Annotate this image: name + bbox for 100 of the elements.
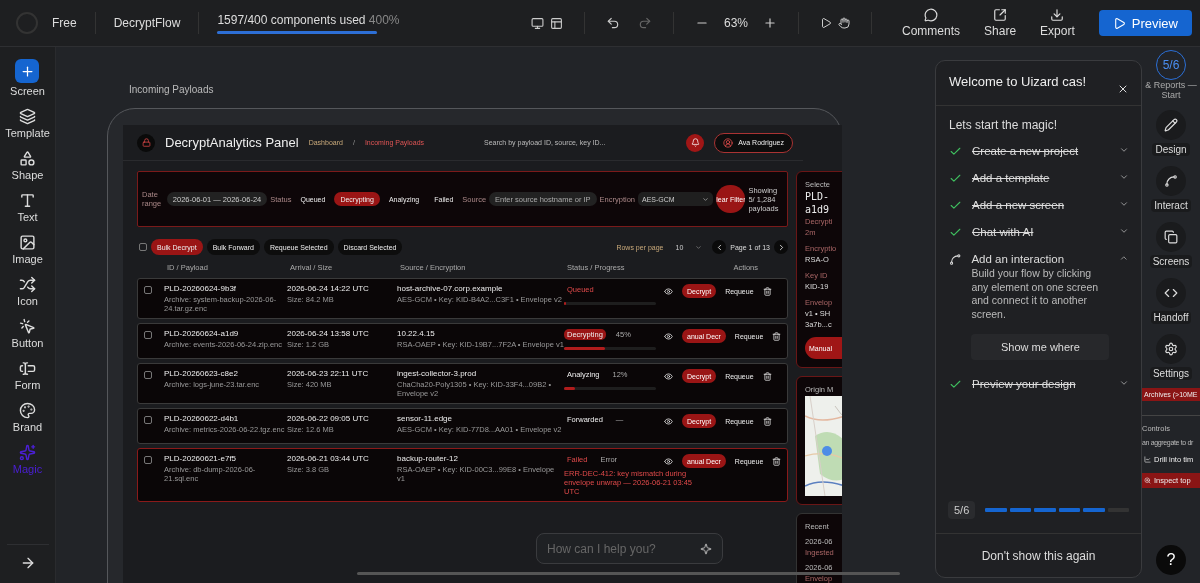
image-icon	[19, 234, 36, 251]
connection-icon	[1156, 166, 1186, 196]
screen-tool[interactable]: Screen	[10, 59, 45, 97]
collapse-icon[interactable]	[1119, 253, 1129, 263]
source-host: ingest-collector-3.prod	[397, 369, 478, 378]
pencil-icon	[1156, 110, 1186, 140]
settings-icon	[1156, 334, 1186, 364]
arrival-time: 2026-06-23 22:11 UTC	[287, 369, 370, 378]
preview-button[interactable]: Preview	[1098, 10, 1192, 36]
background-text: & Reports —	[1145, 80, 1197, 90]
handoff-rail-button[interactable]: Handoff	[1150, 278, 1192, 324]
bell-icon	[690, 138, 700, 147]
panel-title: Welcome to Uizard cas!	[949, 73, 1087, 91]
type-icon	[19, 192, 36, 209]
expand-icon[interactable]	[1119, 226, 1129, 236]
plus-icon	[15, 59, 40, 83]
delete-icon[interactable]	[762, 286, 772, 296]
lock-icon	[141, 138, 151, 147]
payload-id: PLD-20260621-e7f5	[164, 454, 238, 463]
payload-id: PLD-20260623-c8e2	[164, 369, 239, 378]
source-host: backup-router-12	[397, 454, 459, 463]
background-text: Start	[1161, 90, 1181, 100]
progress-count: 5/6	[948, 501, 976, 519]
view-icon[interactable]	[664, 456, 673, 466]
step-title[interactable]: Add a new screen	[972, 199, 1109, 211]
brand-tool[interactable]: Brand	[12, 402, 43, 433]
template-tool[interactable]: Template	[5, 108, 50, 139]
step-description: Build your flow by clicking any element on one screen and connect it to another screen.	[971, 267, 1100, 322]
step-title[interactable]: Preview your design	[972, 377, 1109, 390]
payload-id: PLD-20260624-9b3f	[164, 284, 238, 293]
arrival-time: 2026-06-21 03:44 UTC	[287, 454, 370, 463]
share-button[interactable]: Share	[972, 8, 1029, 38]
step-title[interactable]: Chat with AI	[972, 226, 1109, 238]
sparkles-icon	[19, 444, 36, 461]
view-icon[interactable]	[664, 416, 673, 426]
screens-rail-button[interactable]: Screens	[1149, 222, 1193, 268]
show-me-where-button[interactable]: Show me where	[971, 333, 1110, 360]
text-tool[interactable]: Text	[17, 192, 38, 223]
pointer-icon	[19, 318, 36, 335]
share-icon	[993, 8, 1008, 22]
row-checkbox[interactable]	[144, 456, 152, 464]
design-rail-button[interactable]: Design	[1152, 110, 1190, 156]
source-host: sensor-11.edge	[397, 414, 453, 423]
chart-icon	[1144, 456, 1151, 463]
arrival-time: 2026-06-24 14:22 UTC	[287, 284, 370, 293]
image-tool[interactable]: Image	[12, 234, 43, 265]
expand-icon[interactable]	[1119, 145, 1129, 155]
zoom-icon	[1144, 477, 1151, 484]
step-title[interactable]: Add a template	[972, 172, 1109, 184]
payload-id: PLD-20260622-d4b1	[164, 414, 240, 423]
zoom-level: 63%	[724, 16, 748, 30]
help-button[interactable]: ?	[1156, 545, 1186, 575]
previous-page-button[interactable]	[712, 240, 727, 254]
close-icon[interactable]	[1117, 83, 1129, 95]
view-icon[interactable]	[664, 286, 673, 296]
comment-icon	[924, 8, 938, 22]
settings-rail-button[interactable]: Settings	[1149, 334, 1193, 380]
sparkle-icon	[700, 542, 712, 555]
view-icon[interactable]	[664, 331, 673, 341]
icon-tool[interactable]: Icon	[17, 276, 38, 307]
delete-icon[interactable]	[762, 416, 772, 426]
view-icon[interactable]	[664, 371, 673, 381]
next-page-button[interactable]	[774, 240, 788, 254]
text-cursor-icon	[19, 360, 36, 377]
screen-label: Incoming Payloads	[129, 84, 214, 95]
select-all-checkbox[interactable]	[139, 243, 147, 251]
payload-id: a1d9	[805, 204, 831, 215]
interact-rail-button[interactable]: Interact	[1151, 166, 1191, 212]
palette-icon	[19, 402, 36, 419]
notification-button[interactable]	[686, 133, 705, 152]
chevron-down-icon	[695, 243, 703, 251]
button-tool[interactable]: Button	[11, 318, 44, 349]
delete-icon[interactable]	[772, 456, 782, 466]
row-checkbox[interactable]	[144, 331, 152, 339]
form-tool[interactable]: Form	[14, 360, 41, 391]
row-checkbox[interactable]	[144, 286, 152, 294]
shapes-icon	[19, 150, 36, 167]
row-checkbox[interactable]	[144, 416, 152, 424]
payload-id: PLD-	[805, 191, 831, 202]
dismiss-button[interactable]: Don't show this again	[936, 533, 1141, 577]
layout-icon	[550, 16, 563, 30]
expand-icon[interactable]	[1119, 199, 1129, 209]
delete-icon[interactable]	[762, 371, 772, 381]
monitor-icon	[531, 16, 544, 30]
download-icon	[1050, 8, 1065, 22]
chevron-down-icon	[702, 195, 710, 203]
arrival-time: 2026-06-22 09:05 UTC	[287, 414, 370, 423]
export-button[interactable]: Export	[1028, 8, 1087, 38]
avatar-icon	[723, 137, 734, 148]
step-title[interactable]: Create a new project	[972, 145, 1109, 157]
row-checkbox[interactable]	[144, 371, 152, 379]
plus-icon	[763, 16, 777, 30]
redo-icon	[638, 16, 652, 30]
delete-icon[interactable]	[772, 331, 782, 341]
shape-tool[interactable]: Shape	[11, 150, 44, 181]
expand-icon[interactable]	[1119, 172, 1129, 182]
comments-button[interactable]: Comments	[890, 8, 973, 38]
source-host: host-archive-07.corp.example	[397, 284, 504, 293]
step-title[interactable]: Add an interaction	[971, 253, 1110, 265]
play-icon	[1112, 16, 1126, 30]
